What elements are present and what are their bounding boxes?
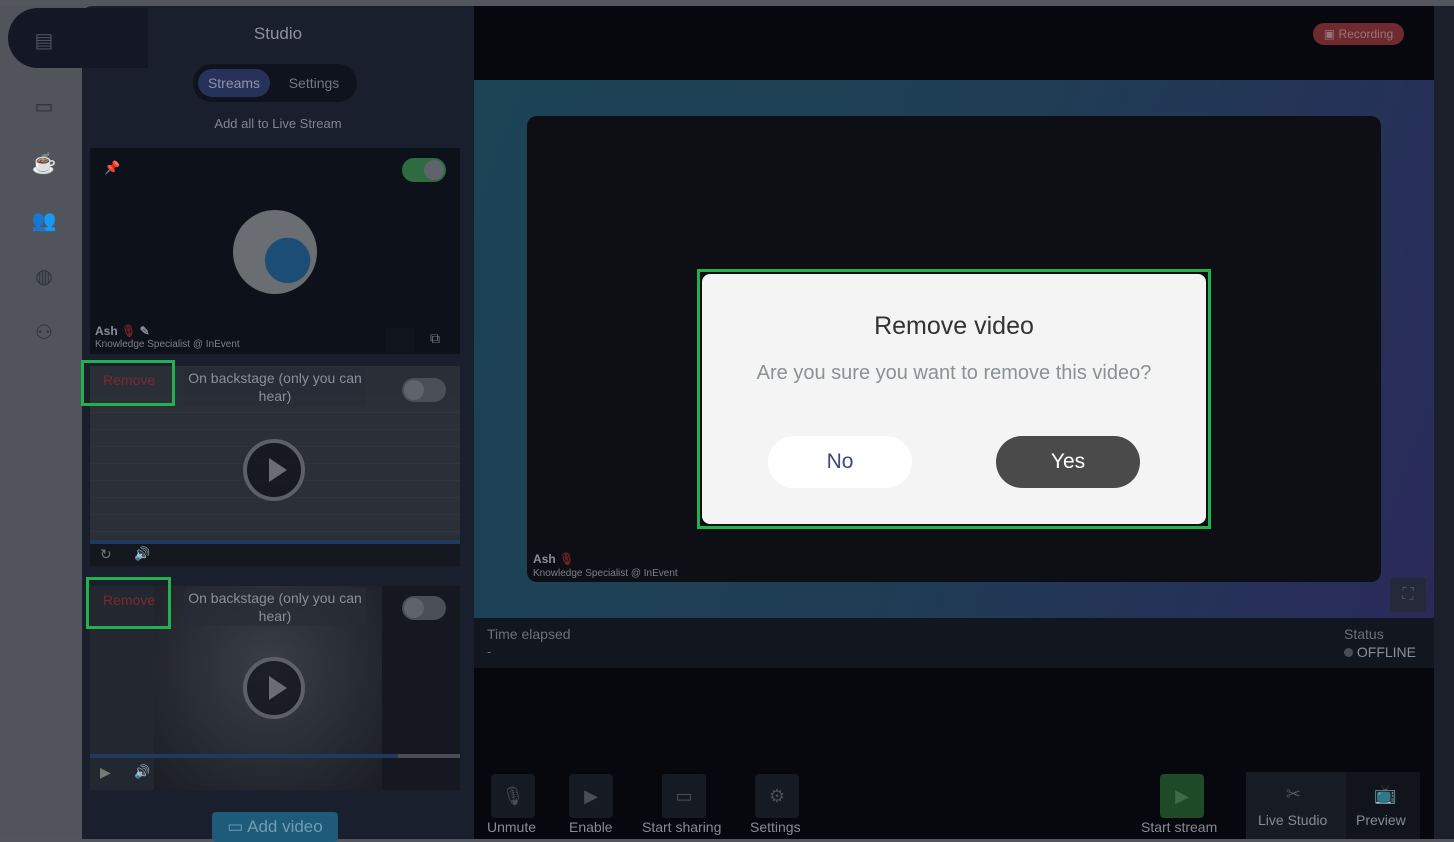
tools-icon: ✂ [1286,784,1302,804]
speaker-subtitle: Knowledge Specialist @ InEvent [95,339,240,350]
live-toggle[interactable] [402,378,446,402]
live-studio-button[interactable]: ✂ Live Studio [1246,772,1346,839]
film-icon[interactable]: ▤ [30,28,58,52]
left-rail [0,6,82,839]
add-all-link[interactable]: Add all to Live Stream [82,116,474,131]
volume-icon[interactable]: 🔊 [134,546,150,562]
tab-settings[interactable]: Settings [277,69,351,97]
group-icon[interactable]: ⚇ [30,320,58,344]
record-indicator [385,328,415,354]
video-progress[interactable] [90,754,398,758]
play-button[interactable] [243,657,305,719]
play-icon[interactable]: ▶ [100,764,111,781]
recording-label: Recording [1338,27,1394,41]
stage-speaker-subtitle: Knowledge Specialist @ InEvent [533,568,678,579]
time-elapsed-value: - [487,644,492,659]
highlight-box [81,360,175,406]
live-toggle[interactable] [402,596,446,620]
mic-off-icon[interactable]: 🎙 [491,774,535,818]
volume-icon[interactable]: 🔊 [134,764,150,780]
avatar-globe [233,210,317,294]
live-studio-label: Live Studio [1258,812,1328,828]
yes-button[interactable]: Yes [996,436,1140,488]
globe-icon[interactable]: ◍ [30,264,58,288]
start-sharing-button[interactable]: Start sharing [642,819,721,835]
play-button[interactable] [243,439,305,501]
fullscreen-icon[interactable]: ⛶ [1390,578,1426,612]
external-link-icon[interactable]: ⧉ [430,330,440,347]
live-toggle[interactable] [402,158,446,182]
status-value: OFFLINE [1356,644,1417,660]
tab-streams[interactable]: Streams [198,69,270,97]
stream-info-bar: Time elapsed - Status OFFLINE [474,618,1434,668]
mic-off-icon: 🎙 [121,324,137,338]
users-icon[interactable]: 👥 [30,208,58,232]
settings-button[interactable]: Settings [750,819,801,835]
monitor-icon[interactable]: ▭ [662,774,706,818]
start-stream-button[interactable]: Start stream [1141,819,1217,835]
status-label: Status [1344,626,1384,642]
stream-card: 📌 Ash 🎙 ✎ Knowledge Specialist @ InEvent… [90,148,460,354]
add-video-button[interactable]: ▭ Add video [212,812,338,842]
stream-tabs: Streams Settings [193,64,357,102]
status-dot [1344,648,1353,657]
sidebar-title: Studio [253,24,303,43]
save-icon: ▣ [1323,27,1336,41]
speaker-name: Ash [95,324,118,338]
backstage-status: On backstage (only you can hear) [184,588,366,626]
backstage-status: On backstage (only you can hear) [184,368,366,406]
stage-speaker-name: Ash [533,552,556,566]
pin-icon[interactable]: 📌 [104,160,120,176]
dialog-message: Are you sure you want to remove this vid… [756,362,1152,384]
user-settings-icon[interactable]: ⚙ [755,774,799,818]
no-button[interactable]: No [768,436,912,488]
replay-icon[interactable]: ↻ [100,546,112,563]
edit-icon[interactable]: ✎ [140,324,150,338]
camera-off-icon[interactable]: ▶ [569,774,613,818]
preview-button[interactable]: 📺 Preview [1346,772,1420,839]
enable-button[interactable]: Enable [569,819,613,835]
unmute-button[interactable]: Unmute [487,819,536,835]
right-edge [1434,6,1454,839]
recording-badge[interactable]: ▣ Recording [1313,23,1404,45]
coffee-icon[interactable]: ☕ [30,151,58,175]
time-elapsed-label: Time elapsed [487,626,571,642]
laptop-icon[interactable]: ▭ [30,94,58,118]
video-camera-icon: ▭ [227,817,244,836]
highlight-box [86,577,171,629]
remove-video-dialog: Remove video Are you sure you want to re… [702,274,1206,524]
tv-icon: 📺 [1374,784,1397,804]
dialog-title: Remove video [874,312,1034,340]
play-icon[interactable]: ▶ [1160,774,1204,818]
mic-off-icon: 🎙 [559,552,575,566]
add-video-label: Add video [247,817,323,836]
preview-label: Preview [1356,812,1406,828]
